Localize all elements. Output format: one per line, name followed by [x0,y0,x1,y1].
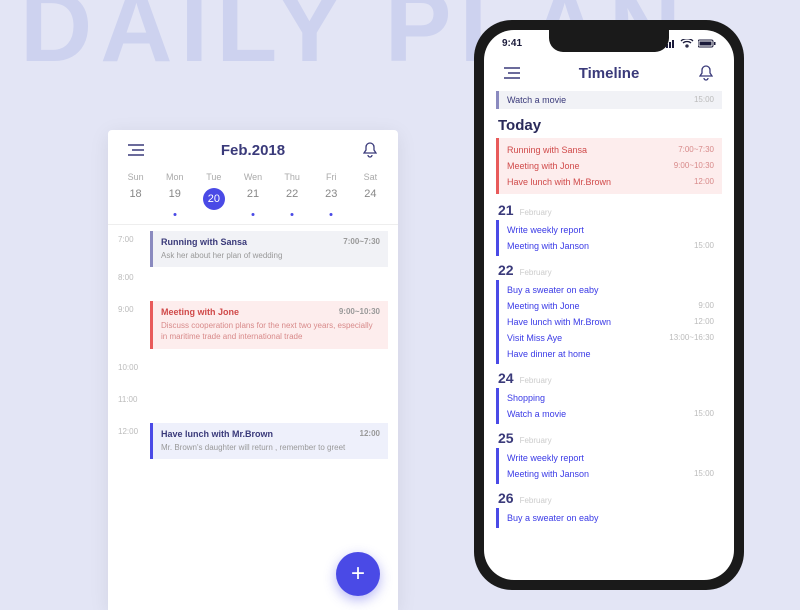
event-title: Running with Sansa7:00~7:30 [161,237,380,247]
date-cell[interactable]: 22 [273,184,312,214]
weekday-label: Fri [312,172,351,182]
timeline-body[interactable]: Watch a movie15:00TodayRunning with Sans… [484,91,734,580]
day-block: Buy a sweater on eabyMeeting with Jone9:… [496,280,722,364]
menu-icon[interactable] [502,63,522,83]
hour-row: 10:00 [108,359,398,389]
timeline-title: Timeline [579,65,640,82]
event-description: Discuss cooperation plans for the next t… [161,320,380,342]
event-card[interactable]: Meeting with Jone9:00~10:30 Discuss coope… [150,301,388,348]
bell-icon[interactable] [696,63,716,83]
day-block: ShoppingWatch a movie15:00 [496,388,722,424]
day-header: 26 February [484,490,734,506]
weekday-label: Thu [273,172,312,182]
day-month: February [520,436,552,445]
calendar-panel: Feb.2018 SunMonTueWenThuFriSat 181920212… [108,130,398,610]
weekday-row: SunMonTueWenThuFriSat [108,168,398,182]
day-month: February [520,496,552,505]
list-item[interactable]: Meeting with Jone9:00~10:30 [499,158,722,174]
list-item[interactable]: Write weekly report [499,222,722,238]
list-item[interactable]: Visit Miss Aye13:00~16:30 [499,330,722,346]
hour-label: 10:00 [118,359,146,372]
hour-label: 7:00 [118,231,146,244]
list-item[interactable]: Watch a movie15:00 [496,91,722,109]
menu-icon[interactable] [126,140,146,160]
event-time: 12:00 [360,429,380,439]
day-header: 22 February [484,262,734,278]
day-block: Write weekly reportMeeting with Janson15… [496,448,722,484]
day-number: 25 [498,430,514,446]
hour-label: 9:00 [118,301,146,314]
day-block: Write weekly reportMeeting with Janson15… [496,220,722,256]
date-cell[interactable]: 21 [233,184,272,214]
day-month: February [520,376,552,385]
date-cell[interactable]: 19 [155,184,194,214]
hour-label: 11:00 [118,391,146,404]
hour-row: 11:00 [108,391,398,421]
hour-label: 12:00 [118,423,146,436]
day-number: 26 [498,490,514,506]
today-heading: Today [484,115,734,138]
list-item[interactable]: Have lunch with Mr.Brown12:00 [499,174,722,190]
event-time: 7:00~7:30 [343,237,380,247]
day-header: 21 February [484,202,734,218]
list-item[interactable]: Watch a movie15:00 [499,406,722,422]
status-time: 9:41 [502,38,522,49]
day-month: February [520,208,552,217]
weekday-label: Tue [194,172,233,182]
list-item[interactable]: Buy a sweater on eaby [499,510,722,526]
list-item[interactable]: Buy a sweater on eaby [499,282,722,298]
event-card[interactable]: Have lunch with Mr.Brown12:00 Mr. Brown's… [150,423,388,459]
date-row: 18192021222324 [108,182,398,225]
event-description: Ask her about her plan of wedding [161,250,380,261]
date-cell[interactable]: 20 [194,184,233,214]
weekday-label: Sat [351,172,390,182]
phone-notch [549,30,669,52]
hour-row: 8:00 [108,269,398,299]
date-cell[interactable]: 23 [312,184,351,214]
event-description: Mr. Brown's daughter will return , remem… [161,442,380,453]
phone-screen: 9:41 Timeline Watch a movie15:00TodayRun… [484,30,734,580]
list-item[interactable]: Shopping [499,390,722,406]
weekday-label: Wen [233,172,272,182]
day-number: 24 [498,370,514,386]
schedule-area: 7:00 Running with Sansa7:00~7:30 Ask her a… [108,225,398,471]
list-item[interactable]: Meeting with Janson15:00 [499,466,722,482]
month-title: Feb.2018 [221,142,285,159]
date-cell[interactable]: 24 [351,184,390,214]
status-icons [662,39,716,48]
day-header: 24 February [484,370,734,386]
wifi-icon [680,39,694,48]
bell-icon[interactable] [360,140,380,160]
list-item[interactable]: Have dinner at home [499,346,722,362]
phone-frame: 9:41 Timeline Watch a movie15:00TodayRun… [474,20,744,590]
weekday-label: Sun [116,172,155,182]
list-item[interactable]: Meeting with Jone9:00 [499,298,722,314]
event-title: Have lunch with Mr.Brown12:00 [161,429,380,439]
hour-row: 9:00 Meeting with Jone9:00~10:30 Discuss c… [108,301,398,357]
date-cell[interactable]: 18 [116,184,155,214]
timeline-header: Timeline [484,53,734,91]
list-item[interactable]: Have lunch with Mr.Brown12:00 [499,314,722,330]
event-card[interactable]: Running with Sansa7:00~7:30 Ask her about… [150,231,388,267]
list-item[interactable]: Meeting with Janson15:00 [499,238,722,254]
hour-label: 8:00 [118,269,146,282]
battery-icon [698,39,716,48]
weekday-label: Mon [155,172,194,182]
add-button[interactable]: + [336,552,380,596]
day-month: February [520,268,552,277]
today-block: Running with Sansa7:00~7:30Meeting with … [496,138,722,194]
hour-row: 7:00 Running with Sansa7:00~7:30 Ask her a… [108,231,398,267]
event-title: Meeting with Jone9:00~10:30 [161,307,380,317]
day-header: 25 February [484,430,734,446]
list-item[interactable]: Write weekly report [499,450,722,466]
hour-row: 12:00Have lunch with Mr.Brown12:00Mr. Br… [108,423,398,463]
list-item[interactable]: Running with Sansa7:00~7:30 [499,142,722,158]
event-time: 9:00~10:30 [339,307,380,317]
day-block: Buy a sweater on eaby [496,508,722,528]
day-number: 21 [498,202,514,218]
day-number: 22 [498,262,514,278]
calendar-header: Feb.2018 [108,130,398,168]
